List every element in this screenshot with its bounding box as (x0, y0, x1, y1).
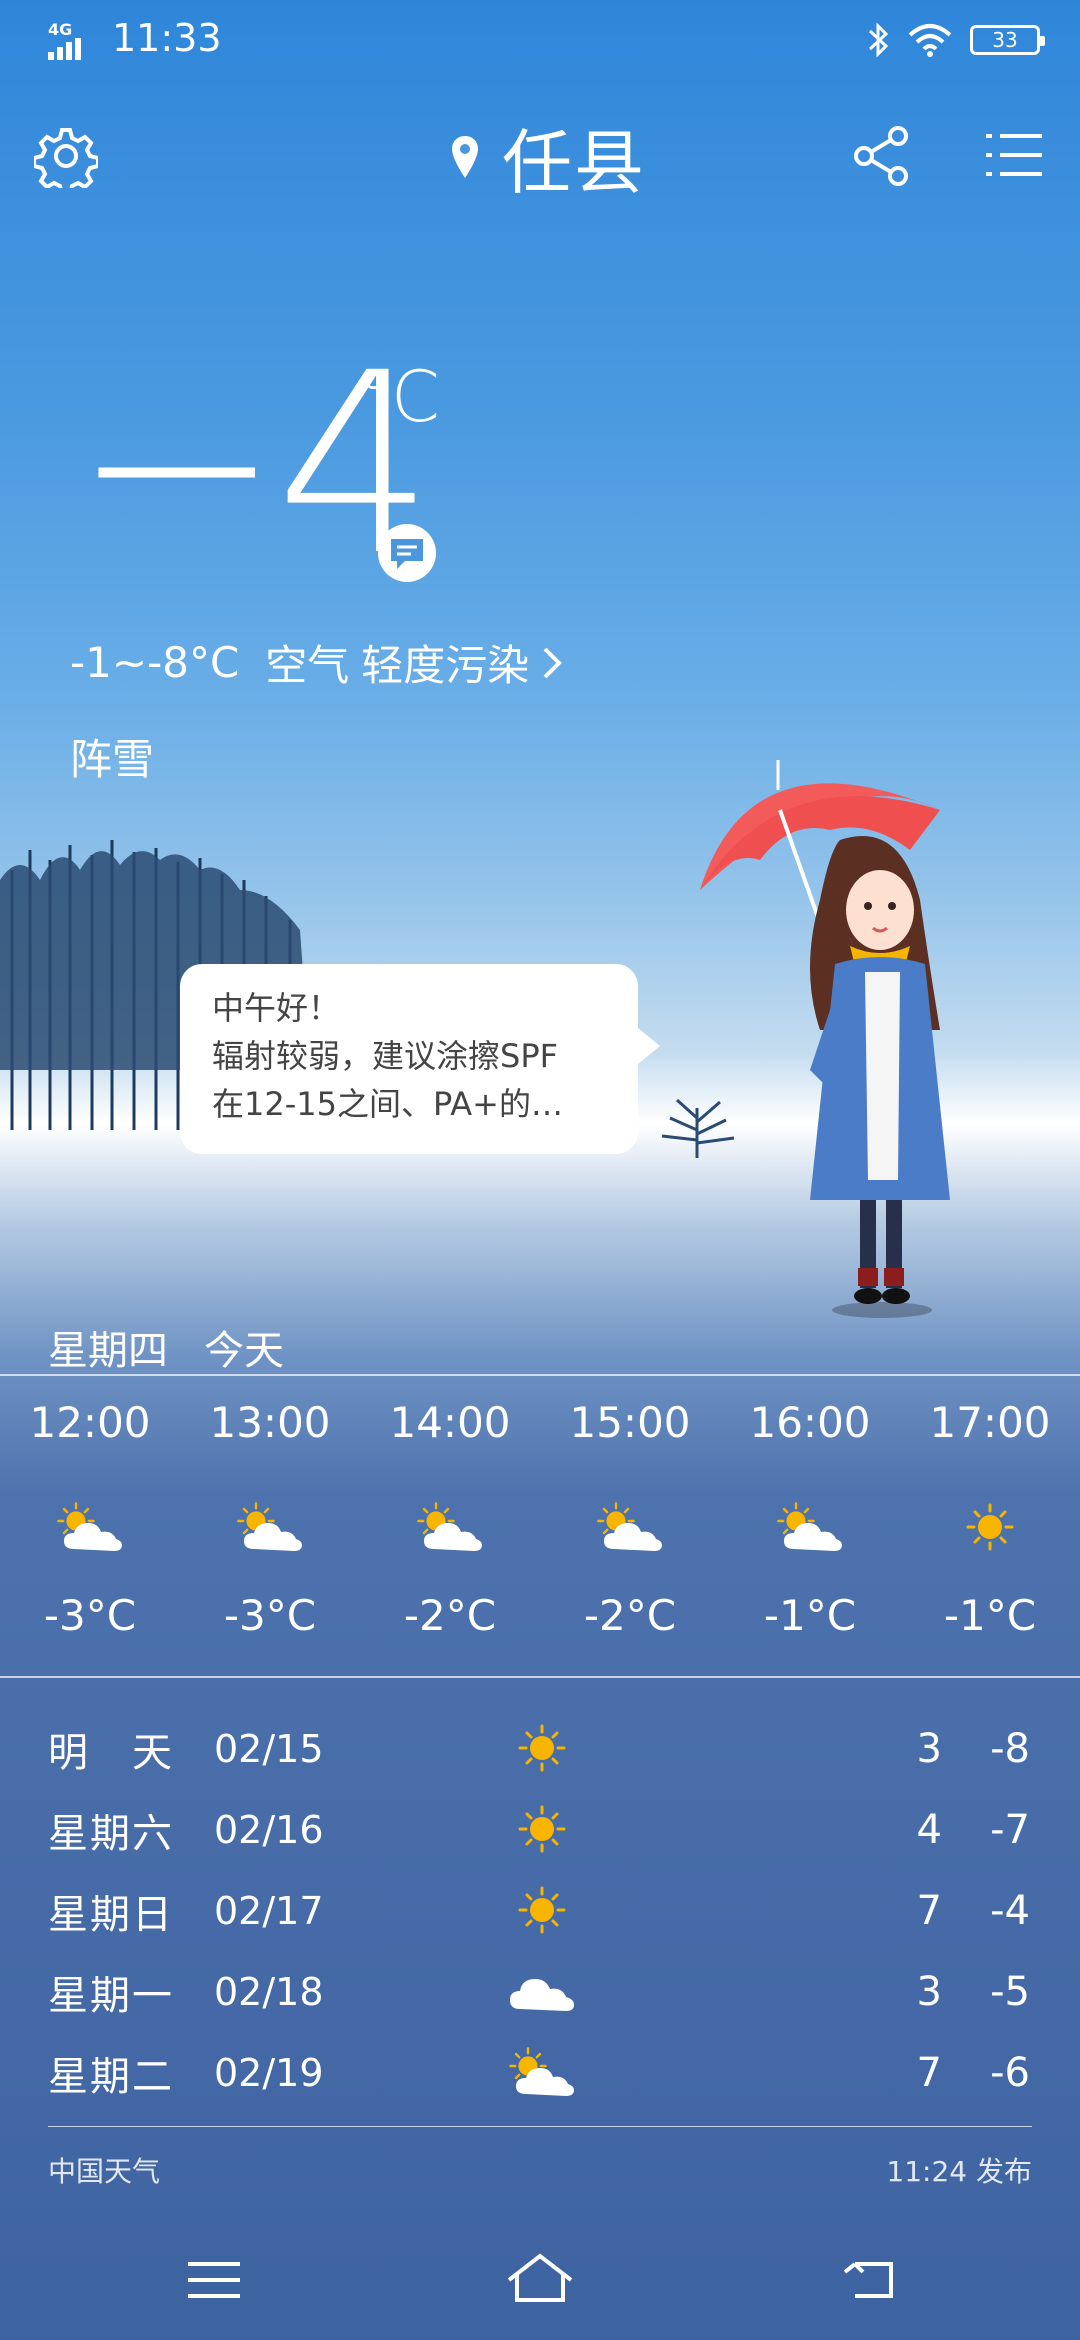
sunny-icon (950, 1495, 1030, 1559)
city-selector[interactable]: 任县 (450, 112, 646, 204)
hourly-forecast[interactable]: 12:00 -3°C 13:00 -3°C 14:00 -2°C 15:00 -… (0, 1380, 1080, 1680)
weather-condition: 阵雪 (70, 735, 155, 784)
hour-time: 13:00 (209, 1398, 331, 1447)
chevron-right-icon (543, 647, 563, 678)
daily-low: -5 (990, 1968, 1030, 2015)
partly-cloudy-icon (410, 1495, 490, 1559)
girl-with-umbrella-character[interactable] (690, 740, 990, 1320)
hourly-item: 16:00 -1°C (720, 1380, 900, 1680)
menu-icon[interactable] (180, 2250, 250, 2310)
bluetooth-icon (868, 22, 889, 58)
footer: 中国天气 11:24 发布 (48, 2150, 1032, 2190)
sunny-icon (502, 1716, 582, 1780)
hour-temp: -2°C (583, 1591, 677, 1640)
sunny-icon (502, 1878, 582, 1942)
speech-line-2: 辐射较弱，建议涂擦SPF (212, 1037, 559, 1075)
temp-range-air-quality[interactable]: -1~-8°C 空气 轻度污染 (70, 632, 563, 693)
daily-row[interactable]: 明 天 02/15 3 -8 (48, 1708, 1038, 1789)
daily-row[interactable]: 星期日 02/17 7 -4 (48, 1870, 1038, 1951)
air-label: 空气 (265, 641, 350, 690)
partly-cloudy-icon (770, 1495, 850, 1559)
status-right: 33 (866, 18, 1045, 62)
divider (0, 1374, 1080, 1376)
assistant-speech-bubble[interactable]: 中午好！ 辐射较弱，建议涂擦SPF 在12-15之间、PA+的… (180, 964, 660, 1154)
battery-level: 33 (992, 28, 1018, 52)
daily-day: 星期一 (48, 1972, 174, 2019)
daily-high: 7 (916, 1887, 942, 1934)
divider (48, 2126, 1032, 2127)
network-signal-icon: 4G (48, 20, 98, 60)
speech-line-3: 在12-15之间、PA+的… (212, 1085, 563, 1123)
settings-gear-icon[interactable] (34, 124, 98, 188)
status-bar: 4G 11:33 33 (0, 0, 1080, 80)
divider (0, 1676, 1080, 1678)
wifi-icon (908, 24, 952, 57)
daily-date: 02/17 (214, 1888, 324, 1933)
hour-time: 15:00 (569, 1398, 691, 1447)
daily-low: -7 (990, 1806, 1030, 1853)
daily-low: -6 (990, 2049, 1030, 2096)
partly-cloudy-icon (230, 1495, 310, 1559)
hour-temp: -1°C (763, 1591, 857, 1640)
hour-temp: -1°C (943, 1591, 1037, 1640)
hourly-item: 13:00 -3°C (180, 1380, 360, 1680)
daily-row[interactable]: 星期一 02/18 3 -5 (48, 1951, 1038, 2032)
hourly-item: 12:00 -3°C (0, 1380, 180, 1680)
battery-icon: 33 (970, 25, 1045, 55)
daily-high: 7 (916, 2049, 942, 2096)
partly-cloudy-icon (502, 2040, 582, 2104)
system-navigation-bar (0, 2220, 1080, 2340)
publish-time: 11:24 发布 (886, 2155, 1032, 2188)
daily-date: 02/18 (214, 1969, 324, 2014)
daily-row[interactable]: 星期六 02/16 4 -7 (48, 1789, 1038, 1870)
daily-low: -8 (990, 1725, 1030, 1772)
daily-date: 02/19 (214, 2050, 324, 2095)
daily-high: 3 (916, 1968, 942, 2015)
hour-temp: -3°C (43, 1591, 137, 1640)
hour-time: 12:00 (29, 1398, 151, 1447)
daily-day: 星期日 (48, 1891, 174, 1938)
cloudy-icon (510, 1979, 574, 2011)
daily-date: 02/15 (214, 1726, 324, 1771)
today-header: 星期四 今天 (48, 1318, 284, 1376)
hourly-item: 17:00 -1°C (900, 1380, 1080, 1680)
back-icon[interactable] (835, 2250, 905, 2310)
speech-greeting: 中午好！ (212, 989, 341, 1027)
daily-high: 3 (916, 1725, 942, 1772)
menu-list-icon[interactable] (984, 130, 1044, 180)
daily-high: 4 (916, 1806, 942, 1853)
location-pin-icon (452, 136, 478, 178)
hourly-item: 15:00 -2°C (540, 1380, 720, 1680)
temp-range: -1~-8°C (70, 638, 240, 687)
daily-forecast[interactable]: 明 天 02/15 3 -8 星期六 02/16 4 -7 星期日 02/17 … (48, 1708, 1038, 2113)
daily-row[interactable]: 星期二 02/19 7 -6 (48, 2032, 1038, 2113)
network-type: 4G (48, 20, 73, 39)
daily-date: 02/16 (214, 1807, 324, 1852)
daily-day: 明 天 (48, 1729, 174, 1776)
hour-temp: -3°C (223, 1591, 317, 1640)
hourly-item: 14:00 -2°C (360, 1380, 540, 1680)
share-icon[interactable] (852, 124, 912, 188)
today-label: 今天 (204, 1328, 284, 1374)
status-time: 11:33 (112, 16, 222, 60)
daily-day: 星期六 (48, 1810, 174, 1857)
sunny-icon (502, 1797, 582, 1861)
city-name: 任县 (502, 121, 646, 204)
temperature-unit: °C (356, 356, 440, 438)
air-quality-value: 轻度污染 (361, 641, 530, 690)
partly-cloudy-icon (50, 1495, 130, 1559)
data-source: 中国天气 (48, 2155, 161, 2188)
daily-day: 星期二 (48, 2053, 174, 2100)
partly-cloudy-icon (590, 1495, 670, 1559)
today-weekday: 星期四 (48, 1328, 168, 1374)
home-icon[interactable] (505, 2250, 575, 2310)
comment-icon[interactable] (378, 524, 436, 582)
hour-time: 17:00 (929, 1398, 1051, 1447)
hour-time: 16:00 (749, 1398, 871, 1447)
hour-temp: -2°C (403, 1591, 497, 1640)
hour-time: 14:00 (389, 1398, 511, 1447)
daily-low: -4 (990, 1887, 1030, 1934)
